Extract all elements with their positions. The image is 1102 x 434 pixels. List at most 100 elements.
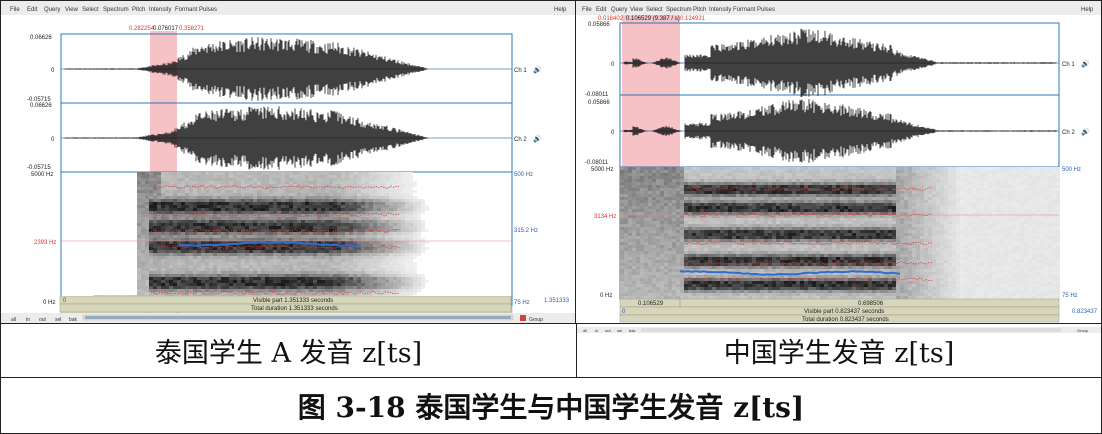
spectrogram-cell [648, 167, 652, 170]
spectrogram-cell [764, 233, 768, 236]
spectrogram-cell [672, 170, 676, 173]
spectrogram-cell [752, 191, 756, 194]
spectrogram-cell [760, 197, 764, 200]
spectrogram-cell [688, 251, 692, 254]
spectrogram-cell [632, 260, 636, 263]
spectrogram-cell [752, 197, 756, 200]
spectrogram-cell [740, 182, 744, 185]
spectrogram-cell [708, 245, 712, 248]
spectrogram-cell [756, 281, 760, 284]
spectrogram-cell [656, 212, 660, 215]
spectrogram-cell [728, 248, 732, 251]
spectrogram-cell [664, 197, 668, 200]
spectrogram-cell [764, 230, 768, 233]
spectrogram-cell [644, 233, 648, 236]
spectrogram-cell [744, 245, 748, 248]
spectrogram-cell [636, 236, 640, 239]
spectrogram-cell [624, 218, 628, 221]
spectrogram-cell [752, 200, 756, 203]
spectrogram-cell [696, 170, 700, 173]
spectrogram-cell [736, 224, 740, 227]
spectrogram-cell [720, 257, 724, 260]
spectrogram-cell [736, 281, 740, 284]
menu-pulses[interactable]: Pulses [757, 7, 775, 13]
spectrogram-cell [720, 194, 724, 197]
spectrogram-cell [628, 281, 632, 284]
spectrogram-cell [624, 248, 628, 251]
spectrogram-cell [696, 212, 700, 215]
menu-select[interactable]: Select [646, 7, 663, 13]
spectrogram-cell [752, 245, 756, 248]
spectrogram-cell [708, 194, 712, 197]
spectrogram-cell [648, 218, 652, 221]
spectrogram-cell [620, 293, 624, 296]
spectrogram-cell [768, 248, 772, 251]
spectrogram-cell [632, 266, 636, 269]
spectrogram-cell [744, 230, 748, 233]
spectrogram-cell [748, 269, 752, 272]
spectrogram-cell [764, 185, 768, 188]
spectrogram-cell [676, 239, 680, 242]
spectrogram-cell [664, 242, 668, 245]
spectrogram-cell [620, 239, 624, 242]
spectrogram-cell [624, 188, 628, 191]
spectrogram-cell [716, 167, 720, 170]
spectrogram-cell [628, 275, 632, 278]
spectrogram-cell [632, 269, 636, 272]
spectrogram-cell [664, 179, 668, 182]
spectrogram-cell [692, 167, 696, 170]
menu-query[interactable]: Query [611, 7, 627, 13]
spectrogram-cell [644, 167, 648, 170]
speaker-icon-ch2-right[interactable]: 🔊 [1081, 127, 1090, 136]
spectrogram-cell [676, 248, 680, 251]
spectrogram-cell [740, 293, 744, 296]
spectrogram-cell [700, 260, 704, 263]
spectrogram-cell [664, 287, 668, 290]
spectrogram-cell [680, 200, 684, 203]
spectrogram-cell [684, 254, 688, 257]
ch2-zero-right: 0 [611, 130, 615, 136]
spectrogram-cell [652, 254, 656, 257]
spectrogram-cell [768, 296, 772, 299]
menu-formant[interactable]: Formant [733, 7, 756, 13]
spectrogram-cell [716, 194, 720, 197]
spectrogram-cell [672, 266, 676, 269]
spectrogram-cell [648, 245, 652, 248]
spectrogram-cell [728, 185, 732, 188]
spectrogram-cell [768, 185, 772, 188]
spectrogram-cell [732, 182, 736, 185]
spectrogram-cell [728, 287, 732, 290]
spectrogram-cell [688, 167, 692, 170]
waveform-trace [623, 28, 1057, 98]
spectrogram-cell [708, 206, 712, 209]
spectrogram-cell [740, 257, 744, 260]
spectrogram-cell [752, 167, 756, 170]
spectrogram-cell [704, 224, 708, 227]
spectrogram-cell [644, 284, 648, 287]
spectrogram-cell [688, 218, 692, 221]
speaker-icon-ch1-right[interactable]: 🔊 [1081, 59, 1090, 68]
spectrogram-cell [756, 290, 760, 293]
spectrogram-cell [652, 290, 656, 293]
spectrogram-cell [764, 257, 768, 260]
spectrogram-cell [632, 203, 636, 206]
menu-intensity[interactable]: Intensity [709, 7, 731, 13]
spectrogram-cell [752, 266, 756, 269]
spectrogram-cell [720, 296, 724, 299]
spectrogram-cell [740, 266, 744, 269]
spectrogram-cell [732, 275, 736, 278]
menu-spectrum[interactable]: Spectrum [666, 7, 692, 13]
spectrogram-cell [748, 218, 752, 221]
menu-pitch[interactable]: Pitch [693, 7, 706, 13]
spectrogram-cell [656, 200, 660, 203]
spectrogram-cell [656, 182, 660, 185]
spectrogram-cell [716, 296, 720, 299]
menu-view[interactable]: View [630, 7, 644, 13]
menu-help[interactable]: Help [1081, 7, 1094, 13]
spectrogram-cell [676, 215, 680, 218]
spectrogram-cell [732, 200, 736, 203]
spectrogram-cell [756, 182, 760, 185]
menu-edit[interactable]: Edit [596, 7, 607, 13]
menu-file[interactable]: File [582, 7, 592, 13]
spectrogram-cell [712, 296, 716, 299]
